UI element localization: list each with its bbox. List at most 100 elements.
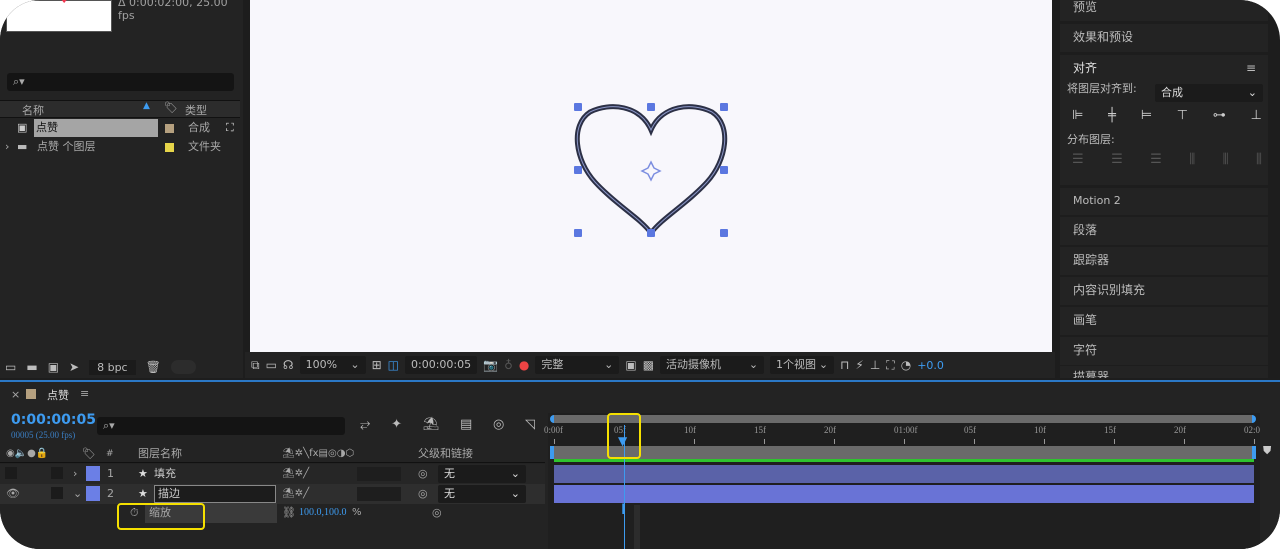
expand-chevron-icon[interactable]: › bbox=[73, 464, 77, 484]
transparency-grid-icon[interactable]: ▩ bbox=[643, 358, 654, 372]
layer-search-input[interactable]: ⌕▾ bbox=[97, 417, 345, 435]
graph-editor-icon[interactable]: ◹ bbox=[525, 417, 535, 432]
draft-3d-icon[interactable]: ✦ bbox=[391, 417, 402, 432]
layer-row[interactable]: › 1 ★ 填充 ⛱✲╱ ◎ 无 ⌄ bbox=[0, 464, 545, 484]
playhead-icon[interactable]: ▼ bbox=[618, 434, 627, 448]
panel-menu-icon[interactable]: ≡ bbox=[80, 387, 89, 400]
project-item[interactable]: ▣ 点赞 合成 ⛶ bbox=[0, 119, 240, 137]
channel-icon[interactable]: ● bbox=[519, 358, 529, 372]
timecode-field[interactable]: 0:00:00:05 bbox=[405, 356, 478, 374]
always-preview-icon[interactable]: ⧉ bbox=[251, 358, 260, 373]
distribute-bottom-icon[interactable]: ☰ bbox=[1150, 151, 1162, 169]
snapshot-icon[interactable]: 📷 bbox=[483, 358, 498, 372]
bbox-handle[interactable] bbox=[647, 103, 655, 111]
monitor-icon[interactable]: ▭ bbox=[266, 358, 277, 372]
layer-switch-boxes[interactable] bbox=[357, 467, 401, 481]
work-area-navigator[interactable] bbox=[550, 415, 1256, 423]
distribute-left-icon[interactable]: ⫼ bbox=[1189, 151, 1195, 169]
fast-preview-icon[interactable]: ▣ bbox=[625, 358, 636, 372]
constrain-proportions-icon[interactable]: ⛓ bbox=[282, 503, 296, 523]
bbox-handle[interactable] bbox=[720, 166, 728, 174]
layer-switches[interactable]: ⛱✲╱ bbox=[282, 464, 309, 484]
resolution-dropdown[interactable]: 完整 ⌄ bbox=[535, 356, 620, 374]
new-composition-icon[interactable]: ▣ bbox=[48, 360, 59, 374]
panel-menu-icon[interactable]: ≡ bbox=[1246, 55, 1256, 81]
col-parent[interactable]: 父级和链接 bbox=[418, 445, 473, 463]
shy-layers-icon[interactable]: ⛱ bbox=[423, 417, 440, 432]
bbox-handle[interactable] bbox=[720, 229, 728, 237]
eye-icon[interactable]: 👁 bbox=[6, 484, 20, 504]
layer-label-color[interactable] bbox=[86, 466, 100, 481]
panel-motion2[interactable]: Motion 2 bbox=[1060, 188, 1268, 215]
frame-blending-icon[interactable]: ▤ bbox=[460, 417, 472, 432]
bbox-handle[interactable] bbox=[574, 103, 582, 111]
panel-effects-presets[interactable]: 效果和预设 bbox=[1060, 24, 1268, 52]
align-to-dropdown[interactable]: 合成 ⌄ bbox=[1155, 84, 1263, 102]
panel-tracker[interactable]: 跟踪器 bbox=[1060, 247, 1268, 275]
bbox-handle[interactable] bbox=[720, 103, 728, 111]
views-dropdown[interactable]: 1个视图 ⌄ bbox=[770, 356, 835, 374]
layer-bar-1[interactable] bbox=[554, 465, 1254, 483]
align-top-icon[interactable]: ⊤ bbox=[1177, 107, 1188, 125]
scale-value[interactable]: 100.0,100.0 bbox=[299, 503, 347, 523]
mask-icon[interactable]: ☊ bbox=[283, 358, 294, 372]
expand-chevron-icon[interactable]: › bbox=[5, 138, 9, 156]
label-color[interactable] bbox=[165, 143, 174, 152]
panel-content-aware-fill[interactable]: 内容识别填充 bbox=[1060, 277, 1268, 305]
col-layer-name[interactable]: 图层名称 bbox=[138, 445, 182, 463]
fast-previews-icon[interactable]: ⚡ bbox=[855, 358, 863, 372]
pickwhip-icon[interactable]: ◎ bbox=[432, 503, 442, 523]
comp-tab[interactable]: 点赞 bbox=[47, 387, 69, 403]
project-item[interactable]: › ▬ 点赞 个图层 文件夹 bbox=[0, 138, 225, 156]
distribute-top-icon[interactable]: ☰ bbox=[1072, 151, 1084, 169]
sort-asc-icon[interactable]: ▲ bbox=[143, 101, 150, 111]
exposure-value[interactable]: +0.0 bbox=[917, 359, 944, 372]
current-timecode[interactable]: 0:00:00:05 bbox=[11, 412, 96, 428]
flowchart-icon[interactable]: ⛶ bbox=[226, 119, 234, 137]
col-type[interactable]: 类型 bbox=[185, 102, 207, 118]
collapse-chevron-icon[interactable]: ⌄ bbox=[73, 484, 82, 504]
align-bottom-icon[interactable]: ⊥ bbox=[1251, 107, 1262, 125]
layer-label-color[interactable] bbox=[86, 486, 100, 501]
parent-dropdown[interactable]: 无 ⌄ bbox=[438, 485, 526, 503]
label-color[interactable] bbox=[165, 124, 174, 133]
exposure-icon[interactable]: ◔ bbox=[901, 358, 911, 372]
trash-icon[interactable]: 🗑 bbox=[146, 360, 161, 374]
panel-paragraph[interactable]: 段落 bbox=[1060, 217, 1268, 245]
bit-depth-button[interactable]: 8 bpc bbox=[89, 359, 136, 375]
bbox-handle[interactable] bbox=[647, 229, 655, 237]
panel-cut[interactable]: 描摹器 bbox=[1060, 366, 1268, 378]
video-switch[interactable] bbox=[5, 467, 17, 479]
heart-shape-layer[interactable] bbox=[570, 100, 732, 240]
project-search-input[interactable]: ⌕▾ bbox=[7, 73, 234, 91]
layer-row[interactable]: 👁 ⌄ 2 ★ 描边 ⛱✲╱ ◎ 无 ⌄ bbox=[0, 484, 545, 504]
interpret-footage-icon[interactable]: ▭ bbox=[5, 360, 16, 374]
timeline-icon[interactable]: ⊥ bbox=[870, 358, 880, 372]
distribute-right-icon[interactable]: ⫼ bbox=[1256, 151, 1262, 169]
col-name[interactable]: 名称 bbox=[22, 102, 44, 118]
composition-viewer[interactable] bbox=[250, 0, 1052, 352]
time-ruler[interactable]: 0:00f 05f 10f 15f 20f 01:00f 05f 10f 15f 20f 02:0 bbox=[544, 425, 1260, 447]
parent-dropdown[interactable]: 无 ⌄ bbox=[438, 465, 526, 483]
align-left-icon[interactable]: ⊫ bbox=[1072, 107, 1083, 125]
new-folder-icon[interactable]: ▬ bbox=[26, 360, 37, 374]
time-graph[interactable]: 0:00f 05f 10f 15f 20f 01:00f 05f 10f 15f 20f 02:0 … bbox=[544, 413, 1260, 549]
safe-margins-icon[interactable]: ⊞ bbox=[372, 358, 382, 372]
bbox-handle[interactable] bbox=[574, 166, 582, 174]
align-hcenter-icon[interactable]: ╪ bbox=[1108, 107, 1116, 125]
zoom-dropdown[interactable]: 100% ⌄ bbox=[299, 356, 366, 374]
align-vcenter-icon[interactable]: ⊶ bbox=[1213, 107, 1226, 125]
lock-switch[interactable] bbox=[51, 467, 63, 479]
pickwhip-icon[interactable]: ◎ bbox=[418, 464, 428, 484]
panel-paint[interactable]: 画笔 bbox=[1060, 307, 1268, 335]
work-area-bar[interactable] bbox=[550, 446, 1256, 459]
render-queue-icon[interactable]: ➤ bbox=[69, 360, 79, 374]
pixel-aspect-icon[interactable]: ⊓ bbox=[840, 358, 849, 372]
bbox-handle[interactable] bbox=[574, 229, 582, 237]
comp-end-marker-icon[interactable]: ⛊ bbox=[1263, 444, 1271, 458]
layer-bar-2[interactable] bbox=[554, 485, 1254, 503]
region-of-interest-icon[interactable]: ◫ bbox=[388, 358, 399, 372]
pickwhip-icon[interactable]: ◎ bbox=[418, 484, 428, 504]
motion-blur-icon[interactable]: ◎ bbox=[493, 417, 504, 432]
layer-switches[interactable]: ⛱✲╱ bbox=[282, 484, 309, 504]
